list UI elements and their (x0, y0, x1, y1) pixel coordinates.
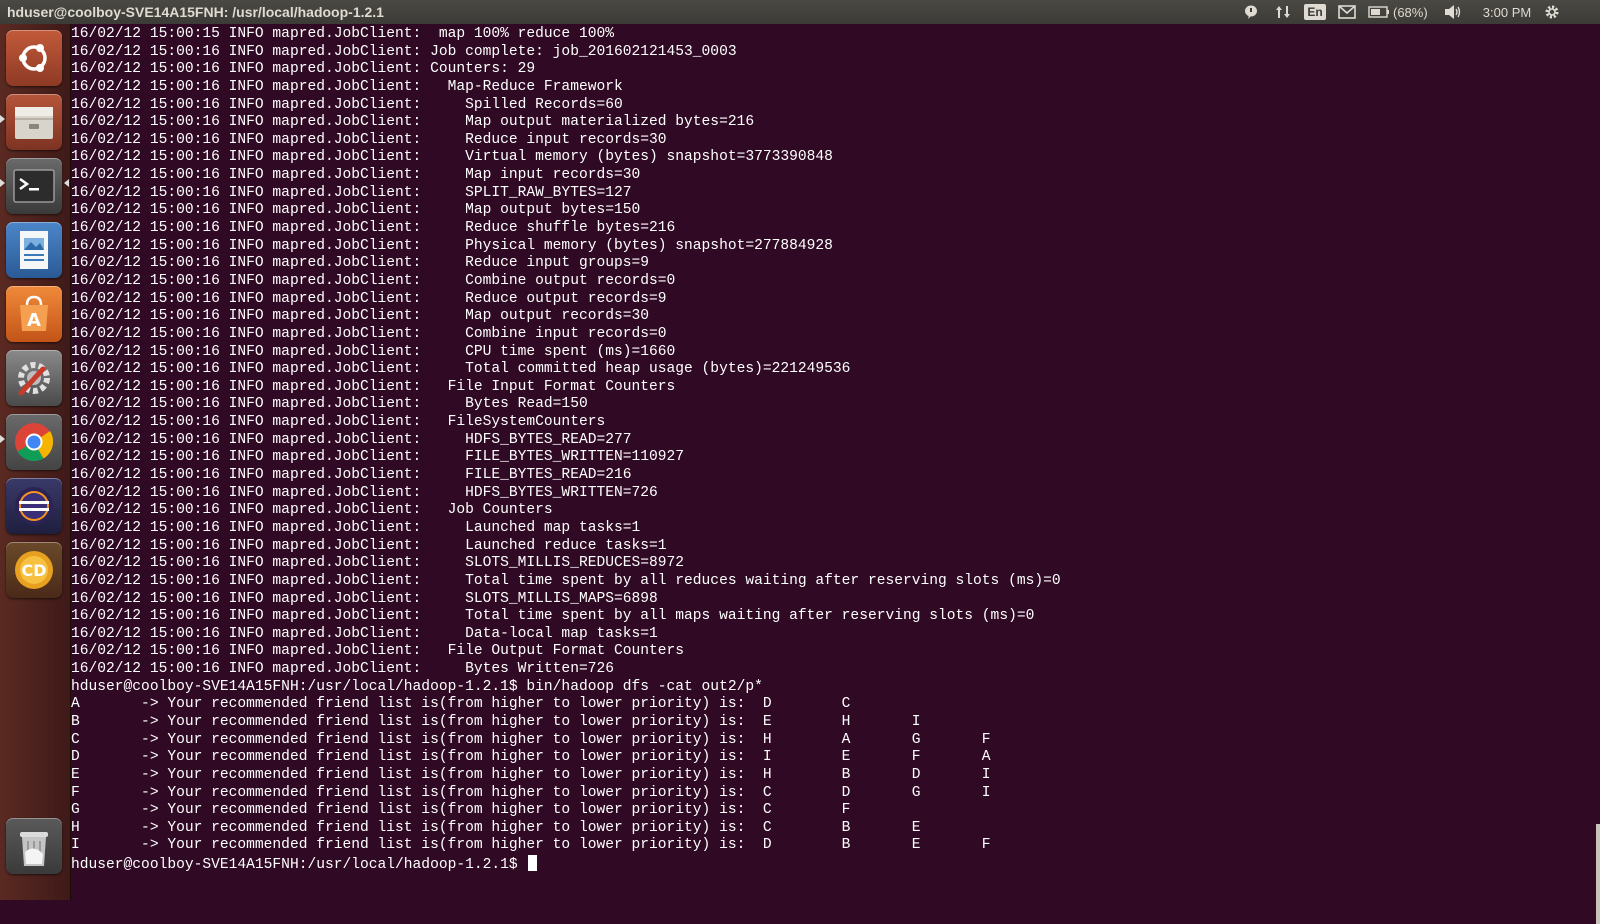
keyboard-layout-icon[interactable]: En (1304, 3, 1326, 21)
terminal-line: 16/02/12 15:00:16 INFO mapred.JobClient:… (71, 184, 632, 201)
terminal-line: 16/02/12 15:00:16 INFO mapred.JobClient:… (71, 467, 632, 484)
terminal-scrollbar[interactable] (1596, 824, 1600, 924)
terminal-line: 16/02/12 15:00:16 INFO mapred.JobClient:… (71, 378, 676, 395)
trash-icon[interactable] (6, 818, 62, 874)
battery-indicator[interactable]: (68%) (1368, 3, 1438, 21)
terminal-line: 16/02/12 15:00:16 INFO mapred.JobClient:… (71, 96, 623, 113)
terminal-line: 16/02/12 15:00:16 INFO mapred.JobClient:… (71, 519, 641, 536)
chrome-icon[interactable] (6, 414, 62, 470)
terminal-line: C -> Your recommended friend list is(fro… (71, 731, 991, 748)
terminal-line: 16/02/12 15:00:15 INFO mapred.JobClient:… (71, 26, 614, 42)
svg-text:A: A (27, 310, 41, 331)
terminal-line: 16/02/12 15:00:16 INFO mapred.JobClient:… (71, 114, 755, 131)
terminal-line: 16/02/12 15:00:16 INFO mapred.JobClient:… (71, 255, 650, 272)
terminal-line: 16/02/12 15:00:16 INFO mapred.JobClient:… (71, 43, 737, 60)
terminal-line: 16/02/12 15:00:16 INFO mapred.JobClient:… (71, 61, 536, 78)
messaging-bubble-icon[interactable] (1241, 3, 1261, 21)
terminal-line: 16/02/12 15:00:16 INFO mapred.JobClient:… (71, 325, 667, 342)
terminal-line: F -> Your recommended friend list is(fro… (71, 784, 991, 801)
terminal-line: 16/02/12 15:00:16 INFO mapred.JobClient:… (71, 555, 685, 572)
terminal-line: 16/02/12 15:00:16 INFO mapred.JobClient:… (71, 237, 833, 254)
software-center-icon[interactable]: A (6, 286, 62, 342)
terminal-line: B -> Your recommended friend list is(fro… (71, 713, 921, 730)
terminal-cursor (528, 855, 538, 872)
active-indicator (64, 179, 69, 187)
terminal-line: 16/02/12 15:00:16 INFO mapred.JobClient:… (71, 484, 658, 501)
system-settings-icon[interactable] (6, 350, 62, 406)
terminal-line: hduser@coolboy-SVE14A15FNH:/usr/local/ha… (71, 678, 763, 695)
terminal-line: 16/02/12 15:00:16 INFO mapred.JobClient:… (71, 149, 833, 166)
terminal-line: 16/02/12 15:00:16 INFO mapred.JobClient:… (71, 625, 658, 642)
terminal-line: G -> Your recommended friend list is(fro… (71, 802, 851, 819)
terminal-prompt: hduser@coolboy-SVE14A15FNH:/usr/local/ha… (71, 857, 527, 874)
terminal-line: 16/02/12 15:00:16 INFO mapred.JobClient:… (71, 131, 667, 148)
terminal-line: 16/02/12 15:00:16 INFO mapred.JobClient:… (71, 343, 676, 360)
terminal-window[interactable]: 16/02/12 15:00:15 INFO mapred.JobClient:… (71, 24, 1600, 924)
terminal-line: 16/02/12 15:00:16 INFO mapred.JobClient:… (71, 608, 1035, 625)
window-title: hduser@coolboy-SVE14A15FNH: /usr/local/h… (7, 4, 384, 20)
terminal-line: 16/02/12 15:00:16 INFO mapred.JobClient:… (71, 308, 650, 325)
terminal-line: 16/02/12 15:00:16 INFO mapred.JobClient:… (71, 572, 1061, 589)
terminal-line: E -> Your recommended friend list is(fro… (71, 766, 991, 783)
terminal-line: D -> Your recommended friend list is(fro… (71, 749, 991, 766)
terminal-line: 16/02/12 15:00:16 INFO mapred.JobClient:… (71, 661, 614, 678)
launcher: A CD (0, 24, 71, 900)
running-indicator (0, 115, 5, 123)
terminal-line: 16/02/12 15:00:16 INFO mapred.JobClient:… (71, 537, 667, 554)
terminal-line: 16/02/12 15:00:16 INFO mapred.JobClient:… (71, 290, 667, 307)
eclipse-icon[interactable] (6, 478, 62, 534)
terminal-icon[interactable] (6, 158, 62, 214)
running-indicator (0, 435, 5, 443)
mail-icon[interactable] (1336, 3, 1358, 21)
battery-percent: (68%) (1393, 4, 1428, 20)
terminal-output: 16/02/12 15:00:15 INFO mapred.JobClient:… (71, 26, 1061, 873)
terminal-line: 16/02/12 15:00:16 INFO mapred.JobClient:… (71, 202, 641, 219)
terminal-line: A -> Your recommended friend list is(fro… (71, 696, 851, 713)
terminal-line: 16/02/12 15:00:16 INFO mapred.JobClient:… (71, 78, 623, 95)
battery-icon (1368, 6, 1389, 18)
session-gear-icon[interactable] (1542, 3, 1562, 21)
terminal-line: 16/02/12 15:00:16 INFO mapred.JobClient:… (71, 590, 658, 607)
terminal-line: 16/02/12 15:00:16 INFO mapred.JobClient:… (71, 220, 676, 237)
terminal-line: 16/02/12 15:00:16 INFO mapred.JobClient:… (71, 396, 588, 413)
files-icon[interactable] (6, 94, 62, 150)
terminal-line: H -> Your recommended friend list is(fro… (71, 819, 921, 836)
volume-icon[interactable] (1442, 3, 1464, 21)
svg-text:CD: CD (21, 561, 46, 580)
terminal-line: 16/02/12 15:00:16 INFO mapred.JobClient:… (71, 167, 641, 184)
terminal-line: 16/02/12 15:00:16 INFO mapred.JobClient:… (71, 643, 685, 660)
libreoffice-writer-icon[interactable] (6, 222, 62, 278)
terminal-line: 16/02/12 15:00:16 INFO mapred.JobClient:… (71, 361, 851, 378)
dash-home-icon[interactable] (6, 30, 62, 86)
terminal-prompt-line[interactable]: hduser@coolboy-SVE14A15FNH:/usr/local/ha… (71, 855, 1061, 873)
keyboard-layout-label: En (1304, 4, 1326, 20)
running-indicator (0, 179, 5, 187)
terminal-line: 16/02/12 15:00:16 INFO mapred.JobClient:… (71, 414, 606, 431)
terminal-line: 16/02/12 15:00:16 INFO mapred.JobClient:… (71, 272, 676, 289)
network-arrows-icon[interactable] (1273, 3, 1293, 21)
terminal-line: 16/02/12 15:00:16 INFO mapred.JobClient:… (71, 449, 685, 466)
top-panel: hduser@coolboy-SVE14A15FNH: /usr/local/h… (0, 0, 1600, 24)
cd-burner-icon[interactable]: CD (6, 542, 62, 598)
terminal-line: I -> Your recommended friend list is(fro… (71, 837, 991, 854)
terminal-line: 16/02/12 15:00:16 INFO mapred.JobClient:… (71, 431, 632, 448)
clock[interactable]: 3:00 PM (1478, 3, 1536, 21)
terminal-line: 16/02/12 15:00:16 INFO mapred.JobClient:… (71, 502, 553, 519)
